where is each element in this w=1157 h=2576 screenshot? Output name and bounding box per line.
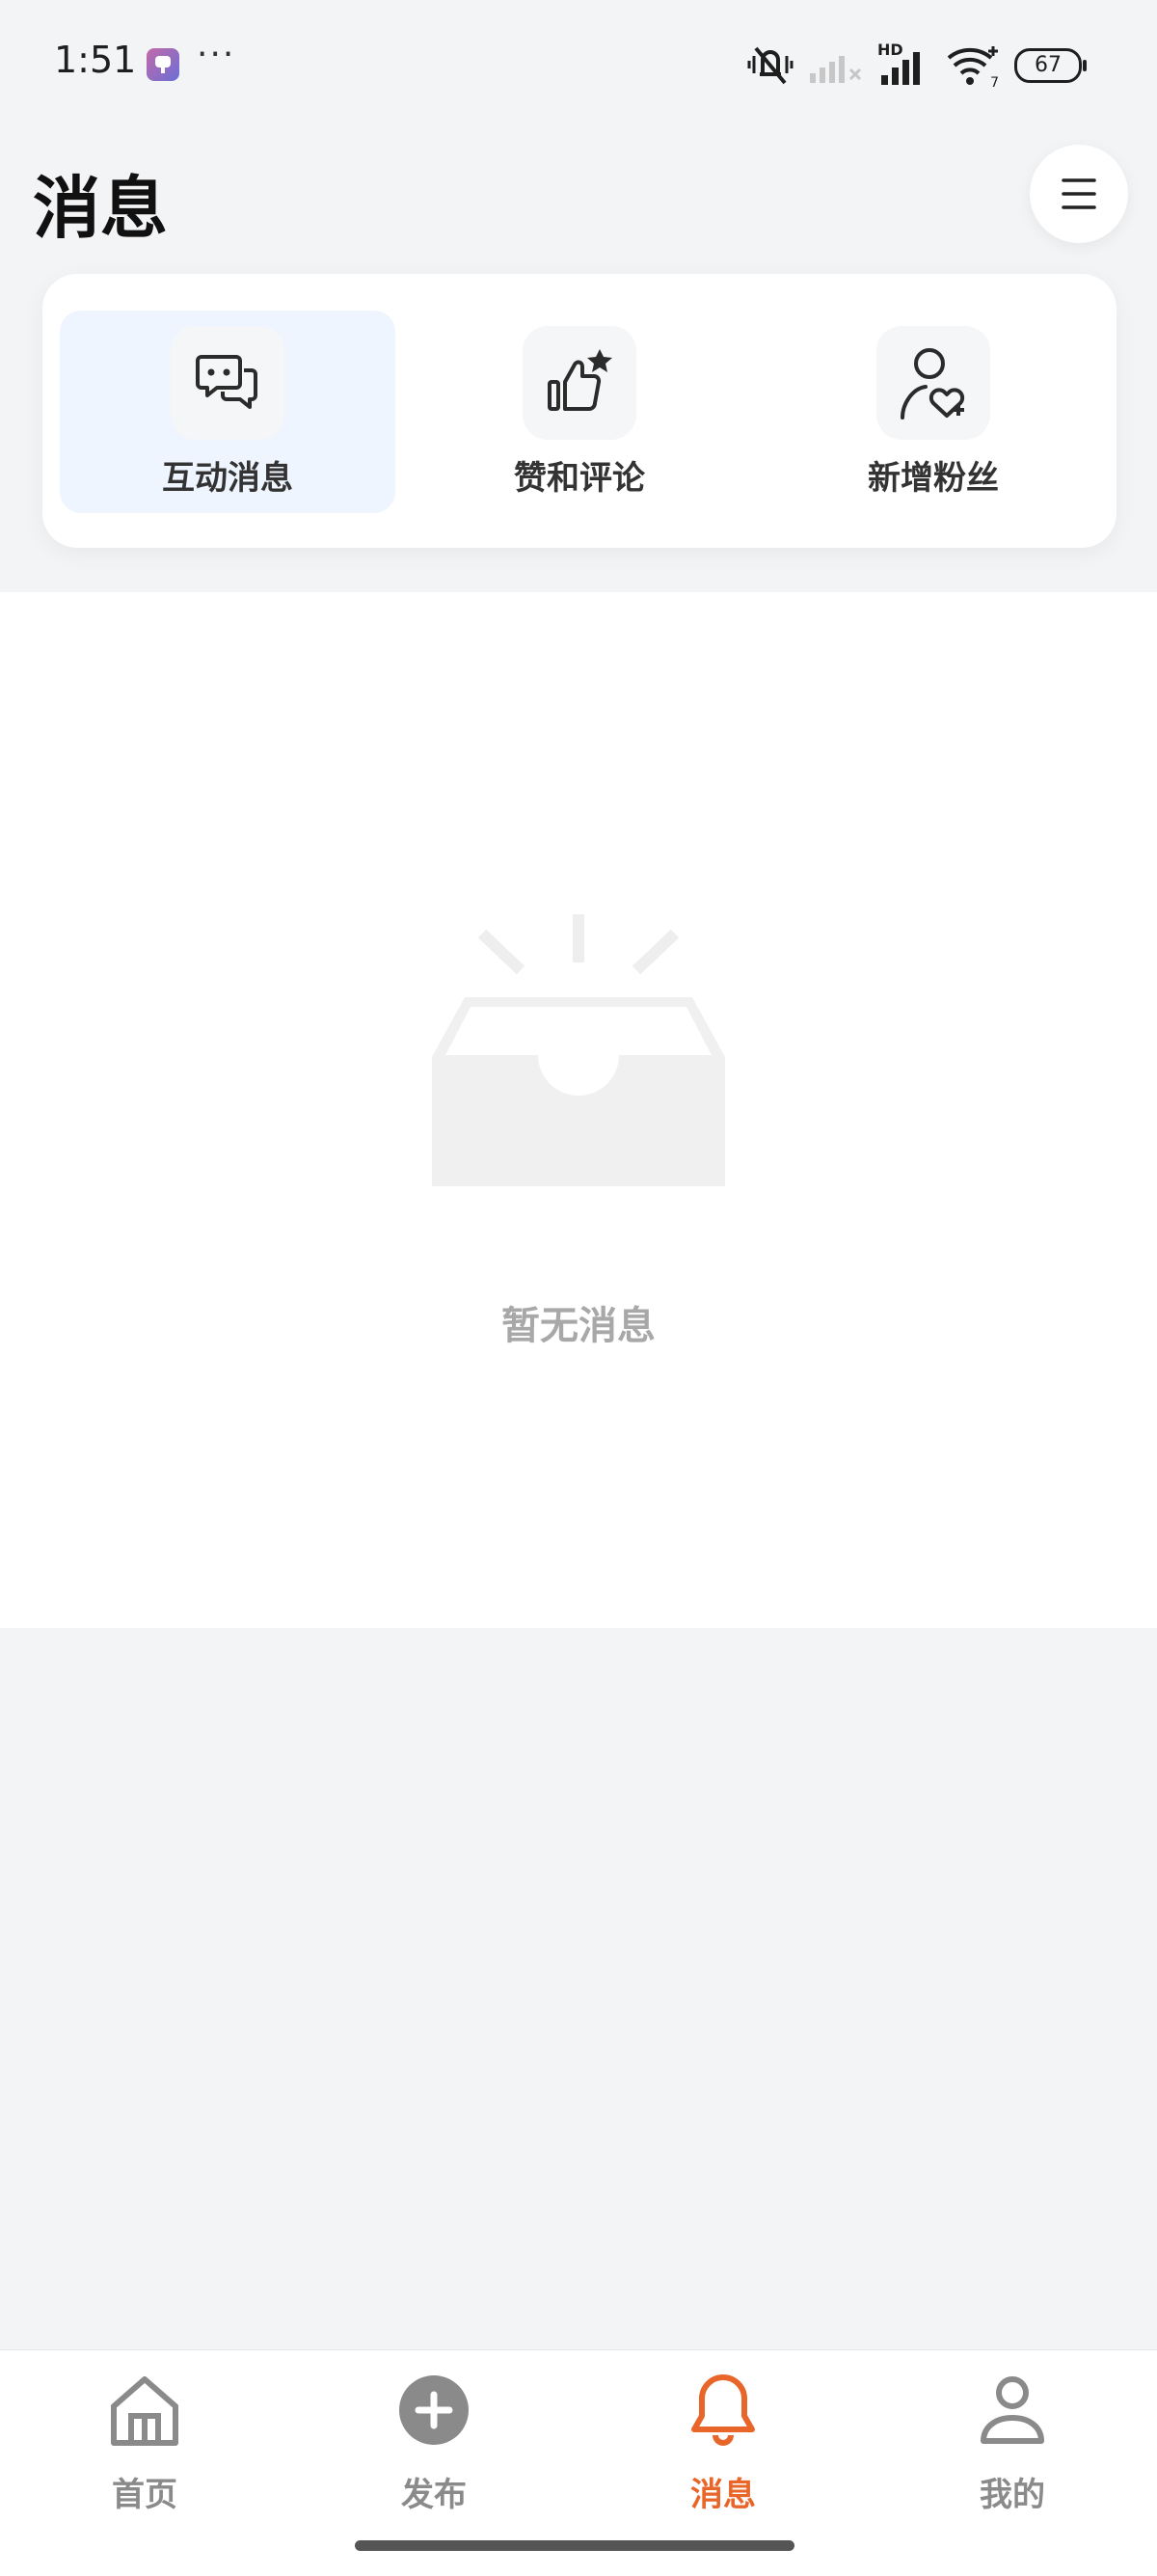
nav-profile[interactable]: 我的 xyxy=(916,2370,1109,2553)
message-category-card: 互动消息 赞和评论 新增粉丝 xyxy=(42,274,1117,548)
tab-icon-box xyxy=(171,326,284,440)
empty-inbox-icon xyxy=(432,914,725,1186)
signal-weak-icon xyxy=(810,56,862,83)
status-bar: 1:51 ··· HD 7 67 xyxy=(0,0,1157,135)
plus-circle-icon xyxy=(399,2375,469,2445)
message-list-empty: 暂无消息 xyxy=(0,592,1157,1628)
nav-label: 首页 xyxy=(112,2476,177,2514)
tab-label: 新增粉丝 xyxy=(868,459,999,498)
hamburger-menu-icon xyxy=(1062,178,1096,209)
bell-icon xyxy=(691,2374,755,2446)
signal-hd-icon: HD xyxy=(877,41,931,87)
nav-label: 我的 xyxy=(980,2476,1045,2514)
status-more-icon: ··· xyxy=(197,35,236,74)
vibrate-off-icon xyxy=(747,46,794,85)
nav-messages[interactable]: 消息 xyxy=(627,2370,820,2553)
battery-indicator: 67 xyxy=(1014,48,1087,83)
thumbs-up-star-icon xyxy=(548,349,612,411)
nav-icon xyxy=(683,2370,764,2451)
home-indicator[interactable] xyxy=(355,2540,794,2551)
wifi-badge: 7 xyxy=(990,75,999,91)
home-icon xyxy=(111,2376,178,2446)
status-icons: HD 7 67 xyxy=(746,41,1087,91)
nav-publish[interactable]: 发布 xyxy=(337,2370,530,2553)
nav-icon xyxy=(104,2370,185,2451)
status-time: 1:51 xyxy=(54,39,137,81)
nav-icon xyxy=(393,2370,474,2451)
page-title: 消息 xyxy=(33,169,168,248)
nav-label: 发布 xyxy=(401,2476,467,2514)
tab-new-followers[interactable]: 新增粉丝 xyxy=(766,311,1101,513)
wifi-icon: 7 xyxy=(945,44,1001,91)
user-icon xyxy=(981,2376,1044,2444)
tab-label: 赞和评论 xyxy=(514,459,645,498)
tab-icon-box xyxy=(876,326,990,440)
nav-icon xyxy=(972,2370,1053,2451)
empty-state-text: 暂无消息 xyxy=(501,1304,656,1348)
menu-button[interactable] xyxy=(1030,145,1128,243)
nav-home[interactable]: 首页 xyxy=(48,2370,241,2553)
chat-bubbles-icon xyxy=(196,355,257,409)
tab-label: 互动消息 xyxy=(162,459,293,498)
nav-label: 消息 xyxy=(690,2476,756,2514)
tab-likes-comments[interactable]: 赞和评论 xyxy=(412,311,747,513)
tab-interactive-messages[interactable]: 互动消息 xyxy=(60,311,395,513)
person-heart-icon xyxy=(901,348,965,420)
tab-icon-box xyxy=(523,326,636,440)
notification-app-icon xyxy=(147,48,179,81)
